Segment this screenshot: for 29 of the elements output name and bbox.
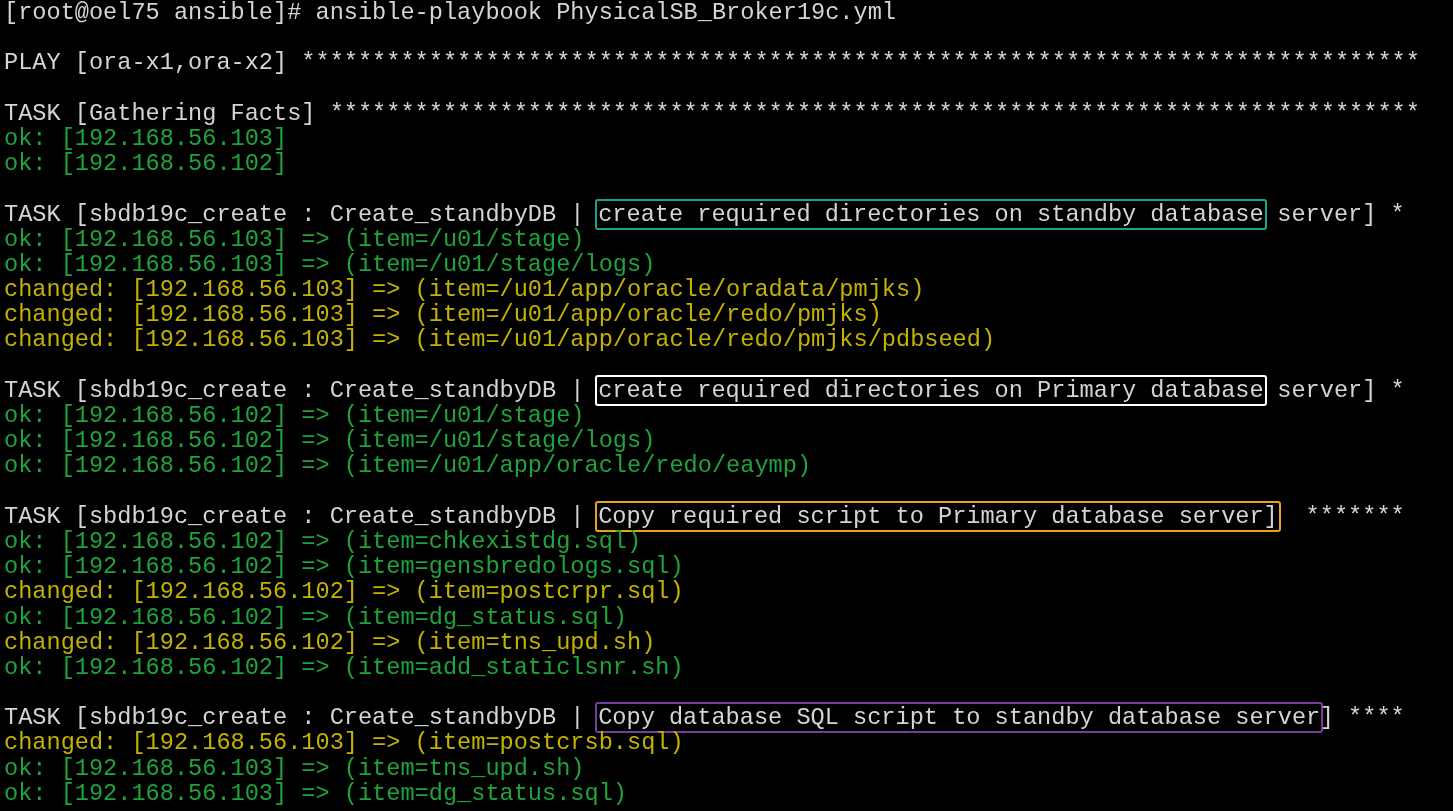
terminal-text: server] * [1276,200,1405,228]
terminal-text: ok: [192.168.56.102] => (item=/u01/stage/logs) [4,427,656,455]
terminal-text: PLAY [ora-x1,ora-x2] ******************************************************************************* [4,49,1420,77]
terminal-text: TASK [sbdb19c_create : Create_standbyDB | [4,376,586,404]
terminal-text: ok: [192.168.56.102] => (item=/u01/stage) [4,402,585,429]
terminal-text: TASK [sbdb19c_create : Create_standbyDB | [4,704,585,732]
terminal-text: ok: [192.168.56.103] [4,124,288,152]
highlighted-text: create required directories on Primary database [595,374,1267,406]
terminal-text: ok: [192.168.56.102] => (item=dg_status.sql) [4,603,627,631]
terminal-text: changed: [192.168.56.103] => (item=/u01/app/oracle/oradata/pmjks) [4,276,925,304]
terminal-text: ok: [192.168.56.103] => (item=dg_status.sql) [4,779,627,807]
terminal-text: ok: [192.168.56.102] => (item=add_staticlsnr.sh) [4,653,684,681]
terminal-text: ok: [192.168.56.102] => (item=/u01/app/oracle/redo/eaymp) [4,452,812,480]
terminal-text: changed: [192.168.56.103] => (item=/u01/app/oracle/redo/pmjks) [4,301,882,329]
terminal-text: changed: [192.168.56.103] => (item=/u01/app/oracle/redo/pmjks/pdbseed) [4,326,996,354]
terminal-text: ok: [192.168.56.103] => (item=/u01/stage) [4,225,585,253]
terminal-text: TASK [sbdb19c_create : Create_standbyDB | [4,502,586,530]
terminal-text: [root@oel75 ansible]# ansible-playbook PhysicalSB_Broker19c.yml [4,0,896,26]
terminal-text: server] * [1276,376,1405,404]
highlighted-text: create required directories on standby database [595,198,1267,230]
terminal-text: ok: [192.168.56.103] => (item=tns_upd.sh) [4,754,585,782]
terminal-text: ok: [192.168.56.103] => (item=/u01/stage/logs) [4,250,656,278]
terminal-text: changed: [192.168.56.102] => (item=postcrpr.sql) [4,578,684,606]
terminal-text: TASK [Gathering Facts] ***************************************************************************** [4,99,1420,127]
terminal-text: ******* [1304,502,1405,530]
terminal-text: ok: [192.168.56.102] => (item=gensbredologs.sql) [4,553,684,581]
terminal-text: TASK [sbdb19c_create : Create_standbyDB | [4,200,586,228]
terminal-text: ok: [192.168.56.102] [4,150,288,178]
terminal-text: changed: [192.168.56.102] => (item=tns_upd.sh) [4,628,656,656]
